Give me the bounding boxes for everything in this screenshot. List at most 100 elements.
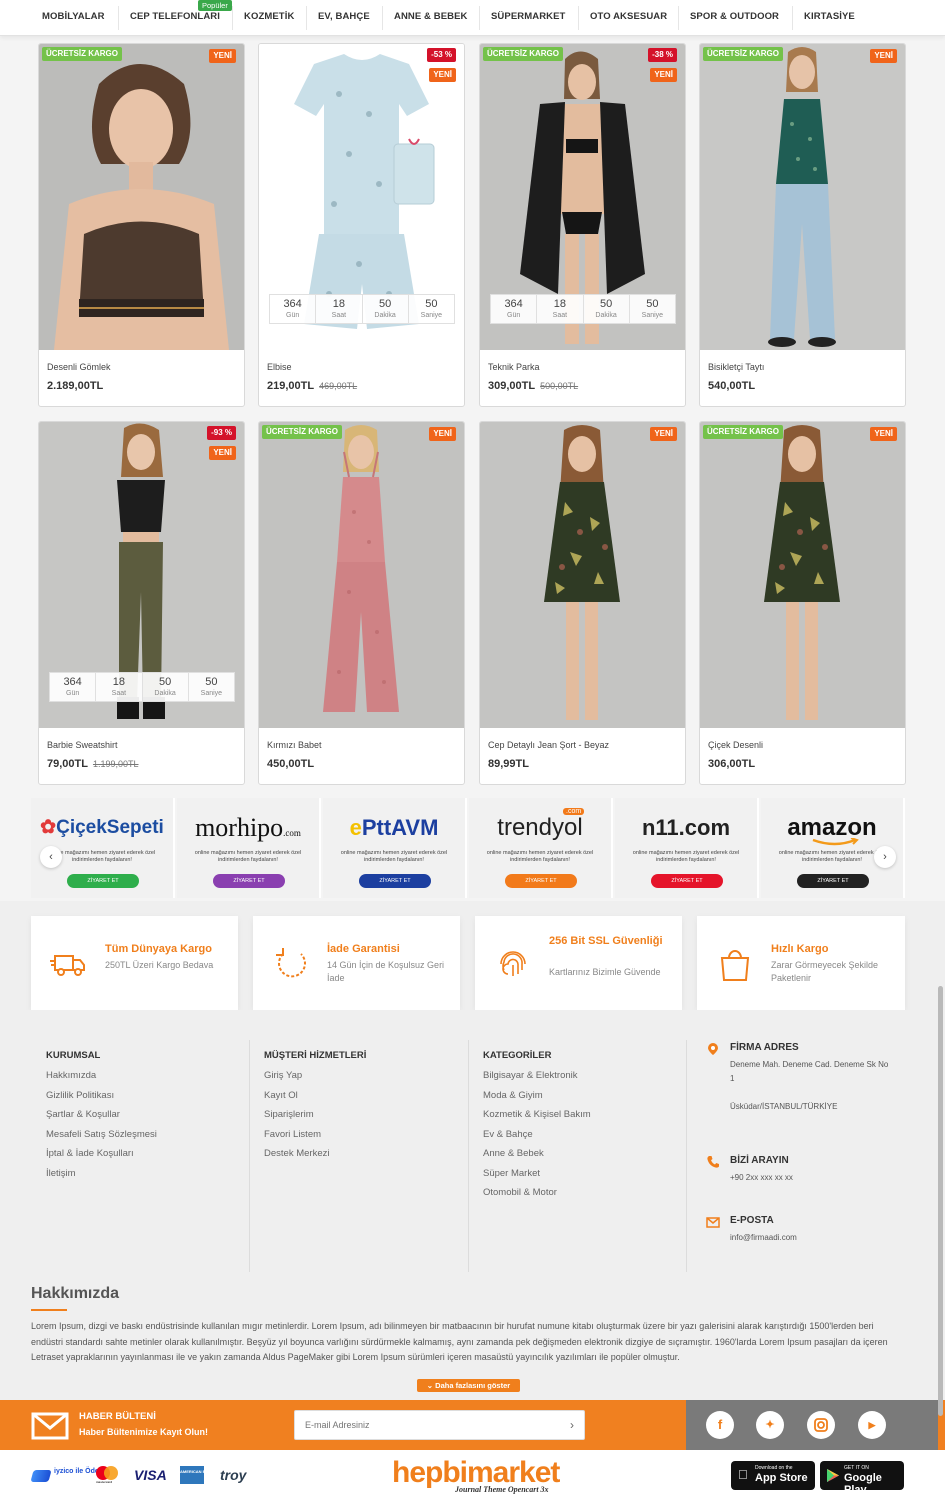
product-card[interactable]: ÜCRETSİZ KARGO -38 % YENİ 364 Gün 18 Saat …: [479, 43, 686, 407]
footer-link[interactable]: Kozmetik & Kişisel Bakım: [483, 1109, 591, 1120]
chevron-right-icon: ›: [883, 851, 887, 863]
footer-link[interactable]: Anne & Bebek: [483, 1148, 591, 1159]
nav-item-kozmetik[interactable]: KOZMETİK: [244, 11, 294, 22]
contact-title: E-POSTA: [730, 1215, 774, 1226]
product-card[interactable]: YENİ Cep Detaylı Jean Şort - Beyaz 89,99…: [479, 421, 686, 785]
footer-link[interactable]: Kayıt Ol: [264, 1090, 366, 1101]
visit-button[interactable]: ZİYARET ET: [505, 874, 577, 888]
app-store-button[interactable]:  Download on the App Store: [731, 1461, 815, 1490]
footer-link[interactable]: İptal & İade Koşulları: [46, 1148, 157, 1159]
countdown-minutes: 50: [159, 676, 172, 688]
nav-item-mobilyalar[interactable]: MOBİLYALAR: [42, 11, 105, 22]
product-card[interactable]: ÜCRETSİZ KARGO YENİ Çiçek Desenli 306,00…: [699, 421, 906, 785]
countdown-timer: 364 Gün 18 Saat 50 Dakika 50 Saniye: [490, 294, 676, 324]
contact-title: FİRMA ADRES: [730, 1042, 799, 1053]
nav-item-ev-bahce[interactable]: EV, BAHÇE: [318, 11, 370, 22]
product-card[interactable]: -53 % YENİ 364 Gün 18 Saat 50 Dakika 50 Sani…: [258, 43, 465, 407]
brand-card-trendyol[interactable]: .com trendyol online mağazımı hemen ziya…: [469, 798, 613, 898]
product-name[interactable]: Cep Detaylı Jean Şort - Beyaz: [488, 740, 609, 750]
twitter-icon[interactable]: ✦: [756, 1411, 784, 1439]
new-badge: YENİ: [650, 427, 677, 441]
product-name[interactable]: Kırmızı Babet: [267, 740, 322, 750]
product-image[interactable]: [700, 422, 905, 728]
product-image[interactable]: [39, 44, 244, 350]
nav-item-supermarket[interactable]: SÜPERMARKET: [491, 11, 565, 22]
product-card[interactable]: ÜCRETSİZ KARGO YENİ Kırmızı Babet 450,00…: [258, 421, 465, 785]
product-name[interactable]: Barbie Sweatshirt: [47, 740, 118, 750]
footer-link[interactable]: Siparişlerim: [264, 1109, 366, 1120]
countdown-label: Saniye: [641, 312, 664, 319]
brand-card-n11[interactable]: n11.com online mağazımı hemen ziyaret ed…: [615, 798, 759, 898]
iyzico-logo: iyzico ile Öde: [30, 1468, 99, 1484]
nav-item-anne-bebek[interactable]: ANNE & BEBEK: [394, 11, 468, 22]
iyzico-text: iyzico ile Öde: [54, 1468, 99, 1475]
product-image[interactable]: [259, 422, 464, 728]
footer-divider: [686, 1040, 687, 1272]
instagram-glyph: [814, 1418, 828, 1432]
visit-button[interactable]: ZİYARET ET: [67, 874, 139, 888]
visit-button[interactable]: ZİYARET ET: [359, 874, 431, 888]
nav-divider: [578, 6, 579, 30]
current-price: 2.189,00TL: [47, 380, 104, 392]
footer-link[interactable]: Bilgisayar & Elektronik: [483, 1070, 591, 1081]
footer-link[interactable]: Mesafeli Satış Sözleşmesi: [46, 1129, 157, 1140]
return-icon: [276, 948, 306, 978]
footer-link[interactable]: İletişim: [46, 1168, 157, 1179]
youtube-icon[interactable]: ▶: [858, 1411, 886, 1439]
chevron-right-icon[interactable]: ›: [570, 1418, 574, 1432]
email-address[interactable]: info@firmaadi.com: [730, 1231, 890, 1245]
visit-button[interactable]: ZİYARET ET: [651, 874, 723, 888]
google-play-button[interactable]: GET IT ON Google Play: [820, 1461, 904, 1496]
footer-col-title: KATEGORİLER: [483, 1050, 552, 1061]
footer-link[interactable]: Şartlar & Koşullar: [46, 1109, 157, 1120]
site-logo-tagline: Journal Theme Opencart 3x: [455, 1485, 549, 1494]
new-badge: YENİ: [870, 427, 897, 441]
apple-icon: : [738, 1467, 748, 1482]
show-more-button[interactable]: ⌄ Daha fazlasını göster: [417, 1379, 520, 1392]
product-image[interactable]: [700, 44, 905, 350]
footer-link[interactable]: Hakkımızda: [46, 1070, 157, 1081]
nav-item-cep-telefonlari[interactable]: CEP TELEFONLARI: [130, 11, 220, 22]
carousel-next-button[interactable]: ›: [874, 846, 896, 868]
footer-link[interactable]: Otomobil & Motor: [483, 1187, 591, 1198]
instagram-icon[interactable]: [807, 1411, 835, 1439]
page-scrollbar[interactable]: [938, 986, 943, 1416]
footer-link[interactable]: Süper Market: [483, 1168, 591, 1179]
product-name[interactable]: Bisikletçi Taytı: [708, 362, 764, 372]
troy-logo: troy: [220, 1467, 247, 1483]
new-badge: YENİ: [429, 68, 456, 82]
carousel-prev-button[interactable]: ‹: [40, 846, 62, 868]
nav-item-oto-aksesuar[interactable]: OTO AKSESUAR: [590, 11, 667, 22]
product-name[interactable]: Desenli Gömlek: [47, 362, 111, 372]
newsletter-email-input[interactable]: [295, 1411, 545, 1439]
product-name[interactable]: Teknik Parka: [488, 362, 540, 372]
footer-link[interactable]: Giriş Yap: [264, 1070, 366, 1081]
product-name[interactable]: Çiçek Desenli: [708, 740, 763, 750]
footer-link[interactable]: Gizlilik Politikası: [46, 1090, 157, 1101]
product-price: 219,00TL 469,00TL: [267, 380, 357, 392]
nav-item-spor-outdoor[interactable]: SPOR & OUTDOOR: [690, 11, 779, 22]
nav-item-kirtasiye[interactable]: KIRTASİYE: [804, 11, 855, 22]
brand-card-morhipo[interactable]: morhipo.com online mağazımı hemen ziyare…: [177, 798, 321, 898]
product-card[interactable]: ÜCRETSİZ KARGO YENİ Bisikletçi Taytı 540…: [699, 43, 906, 407]
phone-number[interactable]: +90 2xx xxx xx xx: [730, 1171, 890, 1185]
countdown-label: Saat: [331, 312, 347, 319]
footer-link[interactable]: Favori Listem: [264, 1129, 366, 1140]
nav-divider: [792, 6, 793, 30]
free-shipping-badge: ÜCRETSİZ KARGO: [42, 47, 122, 61]
about-underline: [31, 1309, 67, 1311]
visit-button[interactable]: ZİYARET ET: [797, 874, 869, 888]
countdown-label: Dakika: [374, 312, 396, 319]
footer-link[interactable]: Moda & Giyim: [483, 1090, 591, 1101]
footer-link[interactable]: Destek Merkezi: [264, 1148, 366, 1159]
visit-button[interactable]: ZİYARET ET: [213, 874, 285, 888]
footer-link[interactable]: Ev & Bahçe: [483, 1129, 591, 1140]
product-name[interactable]: Elbise: [267, 362, 292, 372]
brand-name: n11.com: [641, 815, 731, 840]
brand-card-pttavm[interactable]: ePttAVM online mağazımı hemen ziyaret ed…: [323, 798, 467, 898]
facebook-icon[interactable]: f: [706, 1411, 734, 1439]
show-more-label: Daha fazlasını göster: [435, 1381, 511, 1390]
product-card[interactable]: ÜCRETSİZ KARGO YENİ Desenli Gömlek 2.189…: [38, 43, 245, 407]
product-card[interactable]: -93 % YENİ 364 Gün 18 Saat 50 Dakika 50 Sani…: [38, 421, 245, 785]
product-image[interactable]: [480, 422, 685, 728]
